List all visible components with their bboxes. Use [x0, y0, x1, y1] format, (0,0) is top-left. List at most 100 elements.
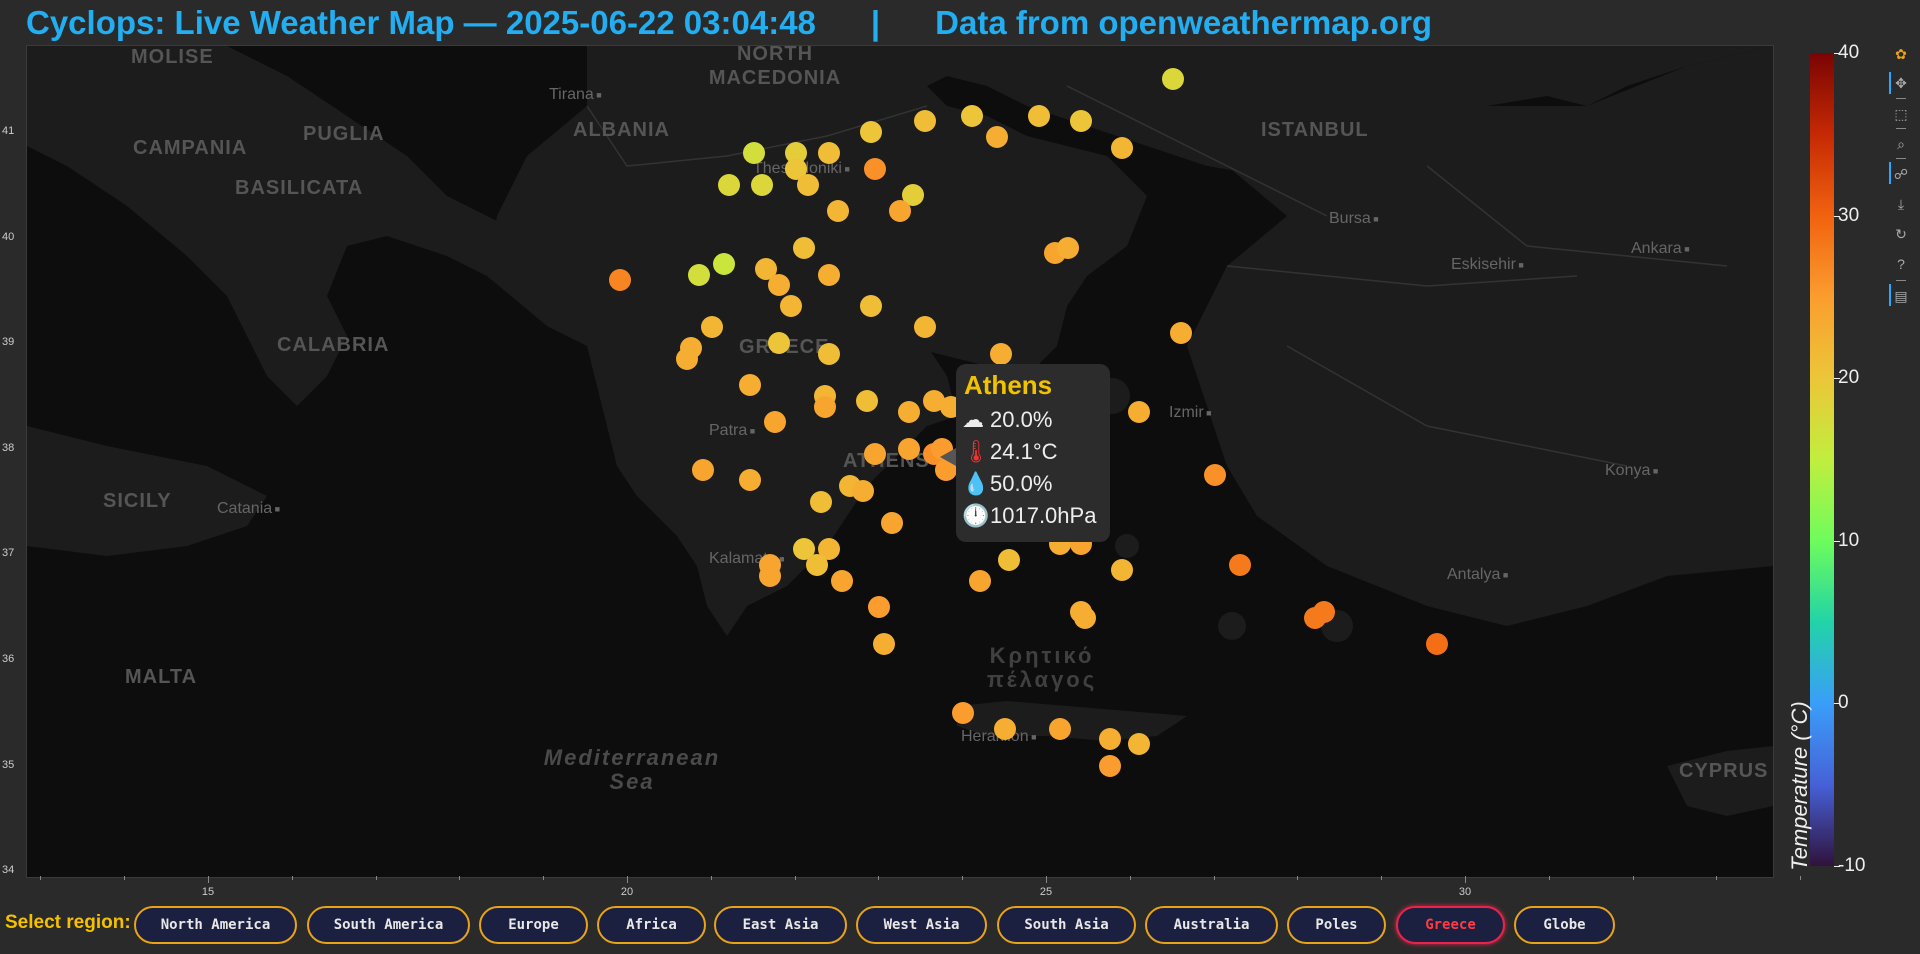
station-marker[interactable] [1027, 105, 1050, 128]
region-button-poles[interactable]: Poles [1287, 906, 1386, 944]
station-marker[interactable] [1228, 553, 1251, 576]
region-button-africa[interactable]: Africa [597, 906, 706, 944]
wheel-zoom-icon[interactable]: ⌕ [1891, 134, 1911, 154]
hover-icon[interactable]: ☍ [1891, 164, 1911, 184]
region-button-south-america[interactable]: South America [307, 906, 470, 944]
station-marker[interactable] [989, 342, 1012, 365]
region-button-west-asia[interactable]: West Asia [856, 906, 987, 944]
station-marker[interactable] [985, 126, 1008, 149]
y-tick-label: 39 [2, 336, 15, 349]
station-marker[interactable] [1069, 110, 1092, 133]
region-button-australia[interactable]: Australia [1145, 906, 1278, 944]
station-marker[interactable] [763, 411, 786, 434]
station-marker[interactable] [818, 263, 841, 286]
station-marker[interactable] [826, 200, 849, 223]
station-marker[interactable] [889, 200, 912, 223]
station-marker[interactable] [751, 173, 774, 196]
station-marker[interactable] [780, 295, 803, 318]
station-marker[interactable] [872, 633, 895, 656]
station-marker[interactable] [767, 332, 790, 355]
y-tick-label: 34 [2, 864, 15, 877]
station-marker[interactable] [860, 295, 883, 318]
station-marker[interactable] [713, 253, 736, 275]
region-button-north-america[interactable]: North America [134, 906, 297, 944]
station-marker[interactable] [1073, 606, 1096, 629]
station-marker[interactable] [994, 717, 1017, 740]
region-button-east-asia[interactable]: East Asia [714, 906, 847, 944]
plot-toolbar: ✿ ✥ ⬚ ⌕ ☍ ⤓ ↻ ? ▤ [1888, 42, 1918, 322]
station-marker[interactable] [1098, 728, 1121, 751]
colorbar-tick-mark [1834, 866, 1840, 867]
x-tick-label: 15 [201, 886, 215, 898]
station-marker[interactable] [797, 173, 820, 196]
station-marker[interactable] [1128, 400, 1151, 423]
station-marker[interactable] [818, 342, 841, 365]
save-icon[interactable]: ⤓ [1891, 194, 1911, 214]
city-label-eskisehir: Eskisehir [1451, 256, 1524, 274]
station-marker[interactable] [717, 173, 740, 196]
region-button-south-asia[interactable]: South Asia [997, 906, 1136, 944]
page-title: Cyclops: Live Weather Map — 2025-06-22 0… [26, 4, 1433, 41]
station-marker[interactable] [1111, 559, 1134, 582]
pan-icon[interactable]: ✥ [1891, 73, 1911, 93]
station-marker[interactable] [868, 596, 891, 619]
station-marker[interactable] [675, 348, 698, 371]
station-marker[interactable] [914, 110, 937, 133]
map-label-albania: ALBANIA [573, 119, 670, 141]
station-marker[interactable] [851, 480, 874, 503]
bokeh-logo-icon[interactable]: ✿ [1891, 44, 1911, 64]
station-marker[interactable] [688, 263, 711, 286]
station-marker[interactable] [759, 564, 782, 587]
region-button-greece[interactable]: Greece [1396, 906, 1505, 944]
station-marker[interactable] [792, 237, 815, 260]
station-marker[interactable] [960, 105, 983, 128]
region-button-europe[interactable]: Europe [479, 906, 588, 944]
region-button-globe[interactable]: Globe [1514, 906, 1615, 944]
station-marker[interactable] [738, 374, 761, 397]
station-marker[interactable] [813, 395, 836, 418]
station-marker[interactable] [700, 316, 723, 339]
station-marker[interactable] [897, 400, 920, 423]
station-marker[interactable] [1425, 633, 1448, 656]
station-marker[interactable] [692, 458, 715, 481]
station-marker[interactable] [1111, 136, 1134, 159]
station-marker[interactable] [860, 121, 883, 143]
station-marker[interactable] [1161, 68, 1184, 91]
station-marker[interactable] [1056, 237, 1079, 260]
station-marker[interactable] [830, 569, 853, 592]
station-marker[interactable] [998, 548, 1021, 571]
reset-icon[interactable]: ↻ [1891, 224, 1911, 244]
station-marker[interactable] [805, 553, 828, 576]
weather-map[interactable]: MOLISE NORTH MACEDONIA ALBANIA PUGLIA CA… [26, 45, 1774, 878]
x-tick-mark [1213, 876, 1215, 880]
y-tick-label: 40 [2, 230, 15, 243]
x-tick-mark [962, 876, 964, 880]
station-marker[interactable] [864, 443, 887, 466]
comment-icon[interactable]: ▤ [1891, 286, 1911, 306]
x-tick-mark [710, 876, 712, 880]
station-marker[interactable] [1312, 601, 1335, 624]
station-marker[interactable] [1048, 717, 1071, 740]
tooltip-humidity-row: 💧50.0% [962, 471, 1104, 497]
city-label-izmir: Izmir [1169, 404, 1212, 422]
station-marker[interactable] [742, 142, 765, 165]
box-zoom-icon[interactable]: ⬚ [1891, 104, 1911, 124]
station-marker[interactable] [809, 490, 832, 513]
station-marker[interactable] [738, 469, 761, 492]
station-marker[interactable] [968, 569, 991, 592]
station-marker[interactable] [880, 511, 903, 534]
help-icon[interactable]: ? [1891, 254, 1911, 274]
station-marker[interactable] [1128, 733, 1151, 756]
droplet-icon: 💧 [962, 471, 990, 496]
station-marker[interactable] [897, 437, 920, 460]
station-marker[interactable] [818, 142, 841, 165]
station-marker[interactable] [608, 268, 631, 291]
station-marker[interactable] [1203, 464, 1226, 487]
station-marker[interactable] [1170, 321, 1193, 344]
station-marker[interactable] [914, 316, 937, 339]
station-marker[interactable] [864, 157, 887, 180]
station-marker[interactable] [952, 701, 975, 724]
station-marker[interactable] [767, 274, 790, 297]
station-marker[interactable] [1098, 754, 1121, 777]
station-marker[interactable] [855, 390, 878, 413]
